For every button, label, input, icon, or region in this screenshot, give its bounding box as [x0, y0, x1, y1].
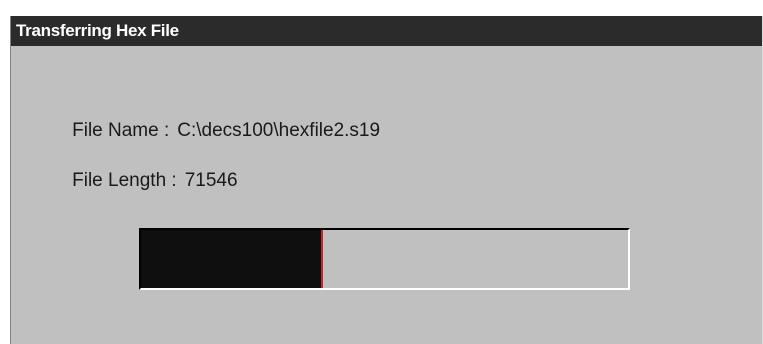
progress-fill	[141, 230, 324, 288]
file-name-label: File Name :	[72, 120, 170, 141]
file-length-value: 71546	[184, 170, 238, 191]
file-length-label: File Length :	[72, 170, 177, 191]
transfer-progress-bar	[139, 228, 630, 290]
file-length-row: File Length : 71546	[51, 148, 238, 214]
dialog-title: Transferring Hex File	[11, 16, 762, 46]
transfer-dialog: Transferring Hex File File Name : C:\decs…	[10, 16, 763, 344]
file-name-value: C:\decs100\hexfile2.s19	[177, 120, 381, 141]
